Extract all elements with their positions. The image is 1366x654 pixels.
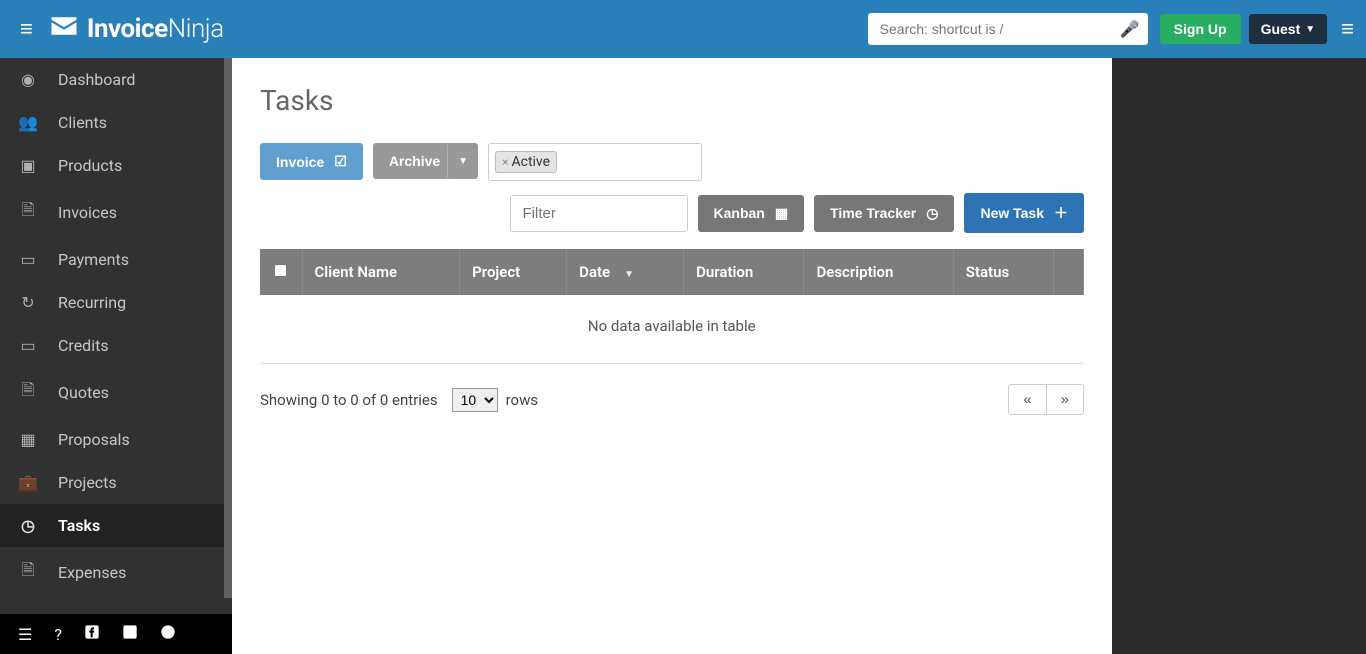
- dashboard-icon: ◉: [18, 70, 38, 89]
- clock-icon: ◷: [926, 205, 938, 222]
- check-icon: ☑: [334, 153, 347, 170]
- column-status[interactable]: Status: [953, 249, 1053, 295]
- tasks-table: Client Name Project Date▼ Duration Descr…: [260, 249, 1084, 357]
- page-title: Tasks: [260, 84, 1084, 117]
- column-project[interactable]: Project: [460, 249, 567, 295]
- column-duration[interactable]: Duration: [684, 249, 804, 295]
- showing-text: Showing 0 to 0 of 0 entries: [260, 391, 438, 409]
- kanban-button[interactable]: Kanban ▦: [698, 195, 805, 232]
- sort-desc-icon: ▼: [624, 269, 634, 280]
- kanban-icon: ▦: [775, 205, 788, 222]
- sidebar-item-payments[interactable]: ▭ Payments: [0, 238, 232, 281]
- archive-dropdown-toggle[interactable]: ▼: [447, 143, 478, 179]
- guest-dropdown[interactable]: Guest ▼: [1249, 14, 1328, 44]
- column-actions: [1054, 249, 1084, 295]
- search-input[interactable]: [868, 13, 1148, 45]
- sidebar-item-proposals[interactable]: ▦ Proposals: [0, 418, 232, 461]
- select-all-checkbox[interactable]: [274, 264, 287, 277]
- signup-button[interactable]: Sign Up: [1160, 14, 1241, 44]
- github-icon[interactable]: [160, 624, 176, 644]
- sidebar-item-projects[interactable]: 💼 Projects: [0, 461, 232, 504]
- chip-remove-icon[interactable]: ×: [502, 155, 508, 169]
- sidebar-item-products[interactable]: ▣ Products: [0, 144, 232, 187]
- caret-down-icon: ▼: [1305, 24, 1315, 35]
- file-icon: 🗎: [18, 379, 38, 406]
- content-panel: Tasks Invoice ☑ Archive ▼ × Active: [232, 58, 1112, 654]
- briefcase-icon: 💼: [18, 473, 38, 492]
- column-checkbox: [260, 249, 302, 295]
- search-container: 🎤: [868, 13, 1148, 45]
- next-page-button[interactable]: »: [1047, 384, 1084, 415]
- sidebar-item-tasks[interactable]: ◷ Tasks: [0, 504, 232, 547]
- column-date[interactable]: Date▼: [567, 249, 684, 295]
- rows-label: rows: [506, 391, 539, 409]
- clock-icon: ◷: [18, 516, 38, 535]
- help-icon[interactable]: ?: [54, 625, 62, 644]
- users-icon: 👥: [18, 113, 38, 132]
- right-gutter: [1112, 58, 1366, 654]
- table-empty-row: No data available in table: [260, 295, 1084, 357]
- new-task-button[interactable]: New Task ＋: [964, 193, 1084, 233]
- logo-text-light: Ninja: [168, 14, 224, 44]
- caret-down-icon: ▼: [458, 156, 468, 167]
- envelope-icon: [49, 11, 79, 48]
- right-menu-toggle[interactable]: ≡: [1341, 16, 1354, 42]
- file-icon: 🗎: [18, 559, 38, 586]
- grid-icon: ▦: [18, 430, 38, 449]
- cube-icon: ▣: [18, 156, 38, 175]
- sidebar-item-credits[interactable]: ▭ Credits: [0, 324, 232, 367]
- sidebar-item-invoices[interactable]: 🗎 Invoices: [0, 187, 232, 238]
- sidebar-footer: ☰ ?: [0, 614, 232, 654]
- invoice-button[interactable]: Invoice ☑: [260, 143, 363, 180]
- rows-per-page-select[interactable]: 10: [452, 388, 498, 412]
- list-icon[interactable]: ☰: [18, 625, 32, 644]
- status-filter[interactable]: × Active: [488, 143, 702, 181]
- column-description[interactable]: Description: [804, 249, 953, 295]
- menu-toggle[interactable]: ≡: [12, 10, 41, 48]
- refresh-icon: ↻: [18, 293, 38, 312]
- plus-icon: ＋: [1054, 203, 1068, 223]
- filter-input[interactable]: [510, 195, 688, 232]
- microphone-icon[interactable]: 🎤: [1120, 20, 1140, 39]
- sidebar-item-clients[interactable]: 👥 Clients: [0, 101, 232, 144]
- column-client-name[interactable]: Client Name: [302, 249, 460, 295]
- card-icon: ▭: [18, 250, 38, 269]
- sidebar-item-dashboard[interactable]: ◉ Dashboard: [0, 58, 232, 101]
- scrollbar-thumb[interactable]: [224, 58, 232, 598]
- twitter-icon[interactable]: [122, 624, 138, 644]
- sidebar-item-recurring[interactable]: ↻ Recurring: [0, 281, 232, 324]
- sidebar-item-quotes[interactable]: 🗎 Quotes: [0, 367, 232, 418]
- facebook-icon[interactable]: [84, 624, 100, 644]
- archive-button[interactable]: Archive: [373, 143, 456, 179]
- prev-page-button[interactable]: «: [1008, 384, 1046, 415]
- logo-text-bold: Invoice: [87, 14, 168, 44]
- logo[interactable]: InvoiceNinja: [49, 11, 224, 48]
- file-icon: 🗎: [18, 199, 38, 226]
- pagination: « »: [1008, 384, 1084, 415]
- card-icon: ▭: [18, 336, 38, 355]
- time-tracker-button[interactable]: Time Tracker ◷: [814, 195, 954, 232]
- sidebar-item-expenses[interactable]: 🗎 Expenses: [0, 547, 232, 598]
- chip-active: × Active: [495, 151, 557, 173]
- sidebar: ◉ Dashboard 👥 Clients ▣ Products 🗎 Invoi…: [0, 58, 232, 654]
